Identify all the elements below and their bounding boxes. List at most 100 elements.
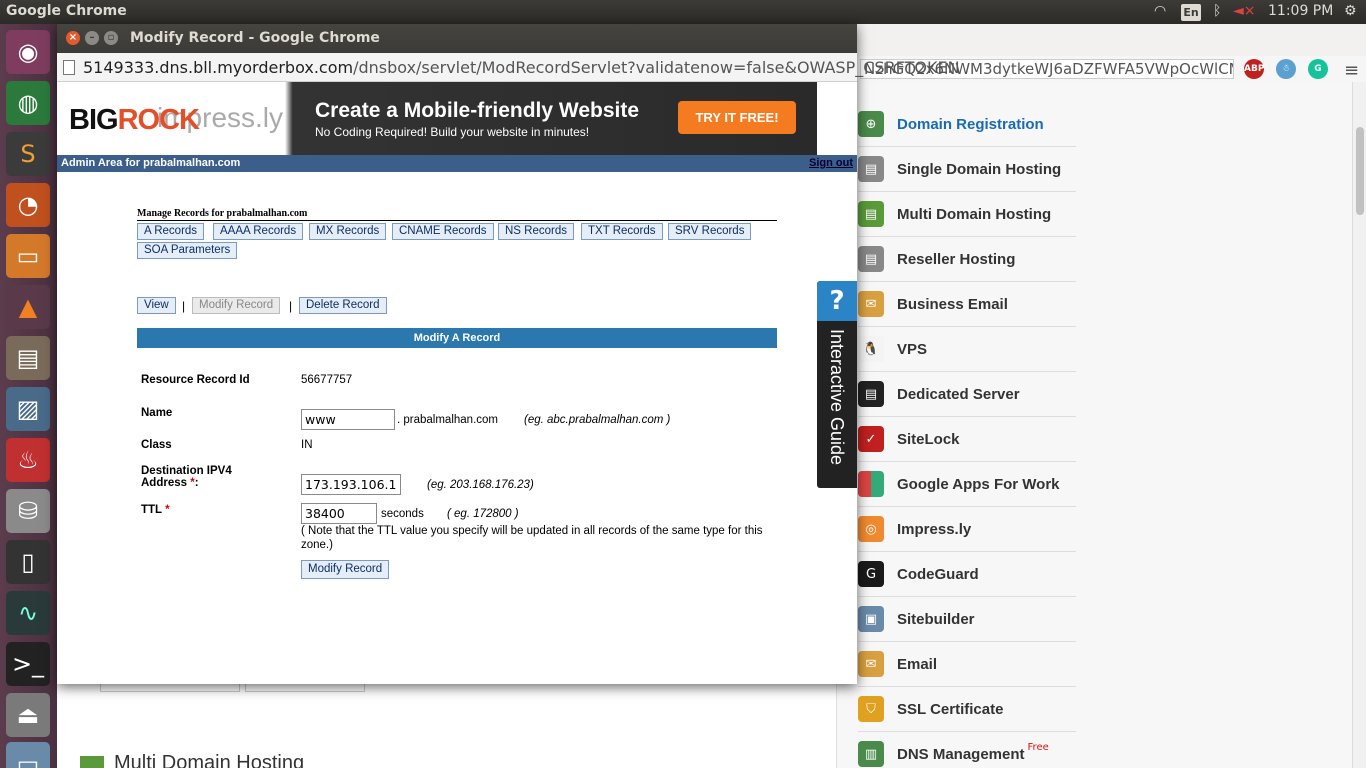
tab-aaaa-records[interactable]: AAAA Records <box>213 223 304 240</box>
impress-icon[interactable]: ▭ <box>6 234 50 278</box>
usb-icon[interactable]: ⏏ <box>6 693 50 737</box>
product-item-domain-registration[interactable]: ⊕ Domain Registration <box>858 102 1076 147</box>
bluetooth-icon[interactable]: ᛒ <box>1213 3 1221 19</box>
maximize-icon[interactable]: ▫ <box>104 31 118 45</box>
wifi-icon[interactable]: ◠ <box>1154 3 1166 19</box>
volume-muted-icon[interactable]: ◄× <box>1233 3 1256 19</box>
section-title-bar: Modify A Record <box>137 328 777 348</box>
chrome-icon[interactable]: ◍ <box>6 81 50 125</box>
product-item-impressly[interactable]: ◎ Impress.ly <box>858 507 1076 552</box>
power-gear-icon[interactable]: ⚙ <box>1344 3 1357 19</box>
product-item-vps[interactable]: 🐧 VPS <box>858 327 1076 372</box>
product-label: Single Domain Hosting <box>897 160 1062 178</box>
ssl-shield-icon: ⛉ <box>858 696 884 722</box>
product-label: Impress.ly <box>897 520 972 538</box>
banner-headline: Create a Mobile-friendly Website <box>315 99 640 122</box>
scanner-icon[interactable]: ▭ <box>6 742 50 768</box>
system-monitor-icon[interactable]: ∿ <box>6 591 50 635</box>
dest-label-line2: Address <box>141 477 188 489</box>
popup-url[interactable]: 5149333.dns.bll.myorderbox.com/dnsbox/se… <box>83 58 960 77</box>
ghostery-icon[interactable]: ☃ <box>1276 59 1296 79</box>
www-icon: ⊕ <box>858 111 884 137</box>
logo-part-b: ROCK <box>117 104 200 136</box>
dest-label-line1: Destination IPV4 <box>141 465 232 477</box>
envelope-icon: ✉ <box>858 291 884 317</box>
modify-record-submit-button[interactable]: Modify Record <box>301 560 390 579</box>
product-label: SSL Certificate <box>897 700 1004 718</box>
tux-icon: 🐧 <box>858 336 884 362</box>
product-item-codeguard[interactable]: G CodeGuard <box>858 552 1076 597</box>
class-label: Class <box>141 439 172 451</box>
dest-example: (eg. 203.168.176.23) <box>427 479 534 491</box>
modify-record-tab[interactable]: Modify Record <box>192 297 281 314</box>
shield-g-icon: G <box>858 561 884 587</box>
tab-mx-records[interactable]: MX Records <box>309 223 387 240</box>
keyboard-layout-indicator[interactable]: En <box>1181 4 1201 21</box>
name-label: Name <box>141 407 173 419</box>
popup-titlebar[interactable]: × – ▫ Modify Record - Google Chrome <box>57 24 857 53</box>
product-item-multi-domain-hosting[interactable]: ▤ Multi Domain Hosting <box>858 192 1076 237</box>
vlc-icon[interactable]: ▲ <box>6 285 50 329</box>
tab-ns-records[interactable]: NS Records <box>498 223 574 240</box>
colon: : <box>194 477 199 489</box>
tab-cname-records[interactable]: CNAME Records <box>392 223 494 240</box>
manage-records-title: Manage Records for prabalmalhan.com <box>137 208 777 221</box>
chrome-menu-icon[interactable]: ≡ <box>1344 60 1359 81</box>
popup-address-bar[interactable]: 5149333.dns.bll.myorderbox.com/dnsbox/se… <box>57 53 960 82</box>
disk-icon[interactable]: ⛁ <box>6 489 50 533</box>
files-icon[interactable]: ▤ <box>6 336 50 380</box>
sublime-icon[interactable]: S <box>6 132 50 176</box>
product-item-google-apps[interactable]: Google Apps For Work <box>858 462 1076 507</box>
name-example: (eg. abc.prabalmalhan.com ) <box>524 414 671 426</box>
name-field[interactable] <box>301 409 395 430</box>
dns-icon: ▥ <box>858 741 884 767</box>
grammarly-icon[interactable]: G <box>1308 59 1328 79</box>
product-label: VPS <box>897 340 928 358</box>
background-fragment <box>245 684 365 692</box>
product-item-dedicated-server[interactable]: ▤ Dedicated Server <box>858 372 1076 417</box>
popcorn-icon[interactable]: ♨ <box>6 438 50 482</box>
destination-ip-field[interactable] <box>301 474 401 495</box>
separator: | <box>289 299 293 313</box>
adblock-icon[interactable]: ABP <box>1244 59 1264 79</box>
tab-srv-records[interactable]: SRV Records <box>668 223 752 240</box>
server-mdh-icon: ▤ <box>858 201 884 227</box>
help-question-icon[interactable]: ? <box>817 281 857 321</box>
delete-record-button[interactable]: Delete Record <box>299 297 387 314</box>
ubuntu-icon[interactable]: ◉ <box>6 30 50 74</box>
product-label: DNS Management <box>897 745 1025 763</box>
tab-soa-parameters[interactable]: SOA Parameters <box>137 242 238 259</box>
minimize-icon[interactable]: – <box>85 31 99 45</box>
product-item-dns-management[interactable]: ▥ DNS Management Free <box>858 732 1076 768</box>
close-icon[interactable]: × <box>66 31 80 45</box>
interactive-guide-tab[interactable]: ? Interactive Guide <box>817 281 857 488</box>
product-label: SiteLock <box>897 430 960 448</box>
promo-banner[interactable]: impress.ly BIGROCK Create a Mobile-frien… <box>57 82 817 155</box>
product-item-sitebuilder[interactable]: ▣ Sitebuilder <box>858 597 1076 642</box>
sign-out-link[interactable]: Sign out <box>809 157 853 169</box>
heading-text: Multi Domain Hosting <box>114 752 305 768</box>
terminal-icon[interactable]: >_ <box>6 642 50 686</box>
google-apps-icon <box>858 471 884 497</box>
product-item-sitelock[interactable]: ✓ SiteLock <box>858 417 1076 462</box>
product-label: Email <box>897 655 938 673</box>
scrollbar-thumb[interactable] <box>1356 127 1364 215</box>
tab-txt-records[interactable]: TXT Records <box>581 223 663 240</box>
firefox-icon[interactable]: ◔ <box>6 183 50 227</box>
view-button[interactable]: View <box>137 297 176 314</box>
ttl-note: ( Note that the TTL value you specify wi… <box>301 525 763 551</box>
image-viewer-icon[interactable]: ▨ <box>6 387 50 431</box>
product-item-business-email[interactable]: ✉ Business Email <box>858 282 1076 327</box>
product-item-single-domain-hosting[interactable]: ▤ Single Domain Hosting <box>858 147 1076 192</box>
try-it-free-button[interactable]: TRY IT FREE! <box>678 101 796 134</box>
background-scrollbar[interactable] <box>1352 82 1366 768</box>
clock[interactable]: 11:09 PM <box>1268 3 1333 19</box>
tab-a-records[interactable]: A Records <box>137 223 205 240</box>
active-app-name: Google Chrome <box>6 3 127 19</box>
product-item-ssl-certificate[interactable]: ⛉ SSL Certificate <box>858 687 1076 732</box>
ttl-field[interactable] <box>301 503 377 524</box>
product-item-reseller-hosting[interactable]: ▤ Reseller Hosting <box>858 237 1076 282</box>
product-item-email[interactable]: ✉ Email <box>858 642 1076 687</box>
server-sdh-icon: ▤ <box>858 156 884 182</box>
phone-icon[interactable]: ▯ <box>6 540 50 584</box>
